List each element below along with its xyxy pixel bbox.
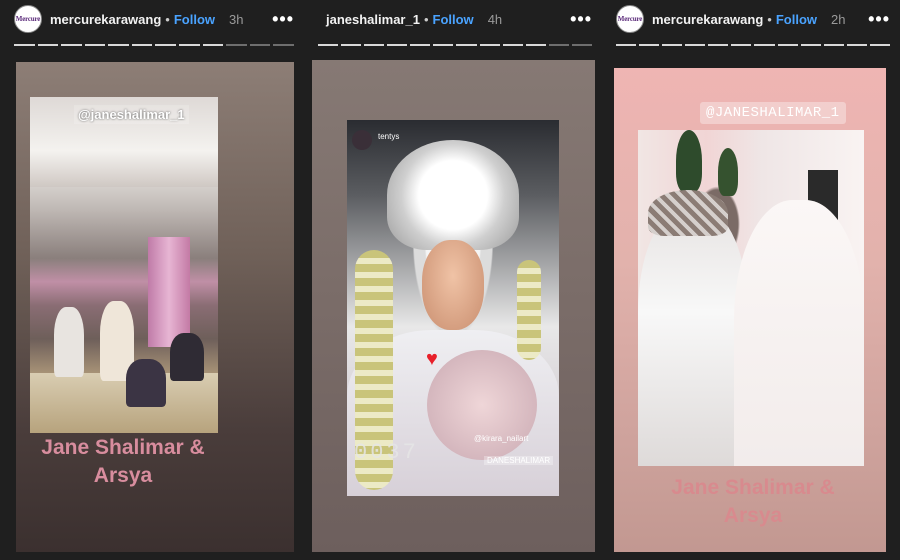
progress-segment <box>800 44 821 46</box>
caption-line: Arsya <box>723 504 783 527</box>
timestamp: 2h <box>831 11 846 27</box>
progress-segment <box>616 44 637 46</box>
bride-face <box>422 240 484 330</box>
topiary-tree <box>676 130 702 192</box>
progress-segment <box>777 44 798 46</box>
topiary-tree <box>718 148 738 196</box>
person-figure <box>54 307 84 377</box>
progress-segment <box>502 44 523 46</box>
progress-segment <box>731 44 752 46</box>
username-link[interactable]: mercurekarawang <box>652 12 763 27</box>
profile-avatar[interactable]: Mercure <box>616 5 644 33</box>
progress-segment <box>639 44 660 46</box>
timestamp: 3h <box>229 11 244 27</box>
progress-segment <box>61 44 82 46</box>
story-panel-3[interactable]: Mercure mercurekarawang • Follow 2h ••• … <box>602 0 900 560</box>
progress-segment <box>685 44 706 46</box>
progress-segment <box>318 44 339 46</box>
progress-segment <box>108 44 129 46</box>
profile-avatar[interactable]: Mercure <box>14 5 42 33</box>
follow-button[interactable]: Follow <box>174 12 215 27</box>
progress-segment <box>364 44 385 46</box>
story-progress-bar <box>616 44 890 46</box>
tagged-avatar[interactable] <box>352 130 372 150</box>
story-panel-1[interactable]: Mercure mercurekarawang • Follow 3h ••• … <box>0 0 304 560</box>
separator-dot: • <box>423 11 429 27</box>
progress-segment <box>662 44 683 46</box>
progress-segment <box>846 44 867 46</box>
progress-segment <box>273 44 294 46</box>
progress-segment <box>708 44 729 46</box>
progress-segment <box>571 44 592 46</box>
story-caption: Jane Shalimar & Arsya <box>18 434 228 490</box>
progress-segment <box>525 44 546 46</box>
story-progress-bar <box>14 44 294 46</box>
story-caption: Jane Shalimar & Arsya <box>648 474 858 530</box>
more-options-icon[interactable]: ••• <box>272 9 294 30</box>
progress-segment <box>754 44 775 46</box>
mention-sticker[interactable]: @janeshalimar_1 <box>74 105 189 124</box>
separator-dot: • <box>165 11 170 27</box>
progress-segment <box>341 44 362 46</box>
story-photo: @janeshalimar_1 <box>30 97 218 433</box>
progress-segment <box>226 44 247 46</box>
progress-segment <box>387 44 408 46</box>
caption-line: Jane Shalimar & <box>41 436 205 459</box>
progress-segment <box>155 44 177 46</box>
progress-segment <box>410 44 431 46</box>
progress-segment <box>823 44 844 46</box>
username-link[interactable]: janeshalimar_1 <box>326 12 420 27</box>
story-card[interactable]: tentys ♥ 0037 @kirara_nailart DANESHALIM… <box>312 60 595 552</box>
mention-sticker[interactable]: @JANESHALIMAR_1 <box>700 102 846 124</box>
pink-light-wall <box>148 237 190 347</box>
story-header: Mercure mercurekarawang • Follow 2h ••• <box>616 4 890 34</box>
story-header: janeshalimar_1 • Follow 4h ••• <box>318 4 592 440</box>
mercure-logo: Mercure <box>617 15 643 23</box>
more-options-icon[interactable]: ••• <box>868 9 890 30</box>
person-figure <box>170 333 204 381</box>
story-panel-2[interactable]: janeshalimar_1 • Follow 4h ••• tentys ♥ … <box>304 0 602 560</box>
bride-figure <box>734 200 864 466</box>
progress-segment <box>14 44 35 46</box>
progress-segment <box>548 44 569 46</box>
progress-segment <box>179 44 200 46</box>
person-figure <box>126 359 166 407</box>
separator-dot: • <box>767 11 772 27</box>
timestamp: 4h <box>487 11 503 27</box>
story-header: Mercure mercurekarawang • Follow 3h ••• <box>14 4 294 34</box>
jasmine-garland <box>517 260 541 360</box>
progress-segment <box>37 44 59 46</box>
progress-segment <box>249 44 271 46</box>
story-photo <box>638 130 864 466</box>
caption-line: Arsya <box>93 464 153 487</box>
tagged-user-label[interactable]: tentys <box>378 132 399 141</box>
groom-figure <box>638 210 748 466</box>
progress-segment <box>869 44 890 46</box>
progress-segment <box>131 44 153 46</box>
ceremony-table <box>30 373 218 433</box>
progress-segment <box>202 44 224 46</box>
story-progress-bar <box>318 44 592 46</box>
progress-segment <box>84 44 106 46</box>
follow-button[interactable]: Follow <box>433 12 474 27</box>
mention-sticker[interactable]: @kirara_nailart <box>474 434 528 443</box>
gif-counter: 0037 <box>354 440 419 465</box>
caption-line: Jane Shalimar & <box>671 476 835 499</box>
username-link[interactable]: mercurekarawang <box>50 12 161 27</box>
progress-segment <box>479 44 500 46</box>
follow-button[interactable]: Follow <box>776 12 817 27</box>
progress-segment <box>456 44 477 46</box>
story-card[interactable]: @JANESHALIMAR_1 Jane Shalimar & Arsya <box>614 68 886 552</box>
mention-sticker[interactable]: DANESHALIMAR <box>484 456 554 465</box>
progress-segment <box>433 44 454 46</box>
story-card[interactable]: @janeshalimar_1 Jane Shalimar & Arsya <box>16 62 294 552</box>
stories-viewer: Mercure mercurekarawang • Follow 3h ••• … <box>0 0 900 560</box>
siger-crown <box>387 140 519 250</box>
henna-hands <box>427 350 537 460</box>
heart-icon: ♥ <box>426 348 438 370</box>
groom-headwear <box>648 190 728 236</box>
mercure-logo: Mercure <box>15 15 41 23</box>
more-options-icon[interactable]: ••• <box>570 9 592 30</box>
